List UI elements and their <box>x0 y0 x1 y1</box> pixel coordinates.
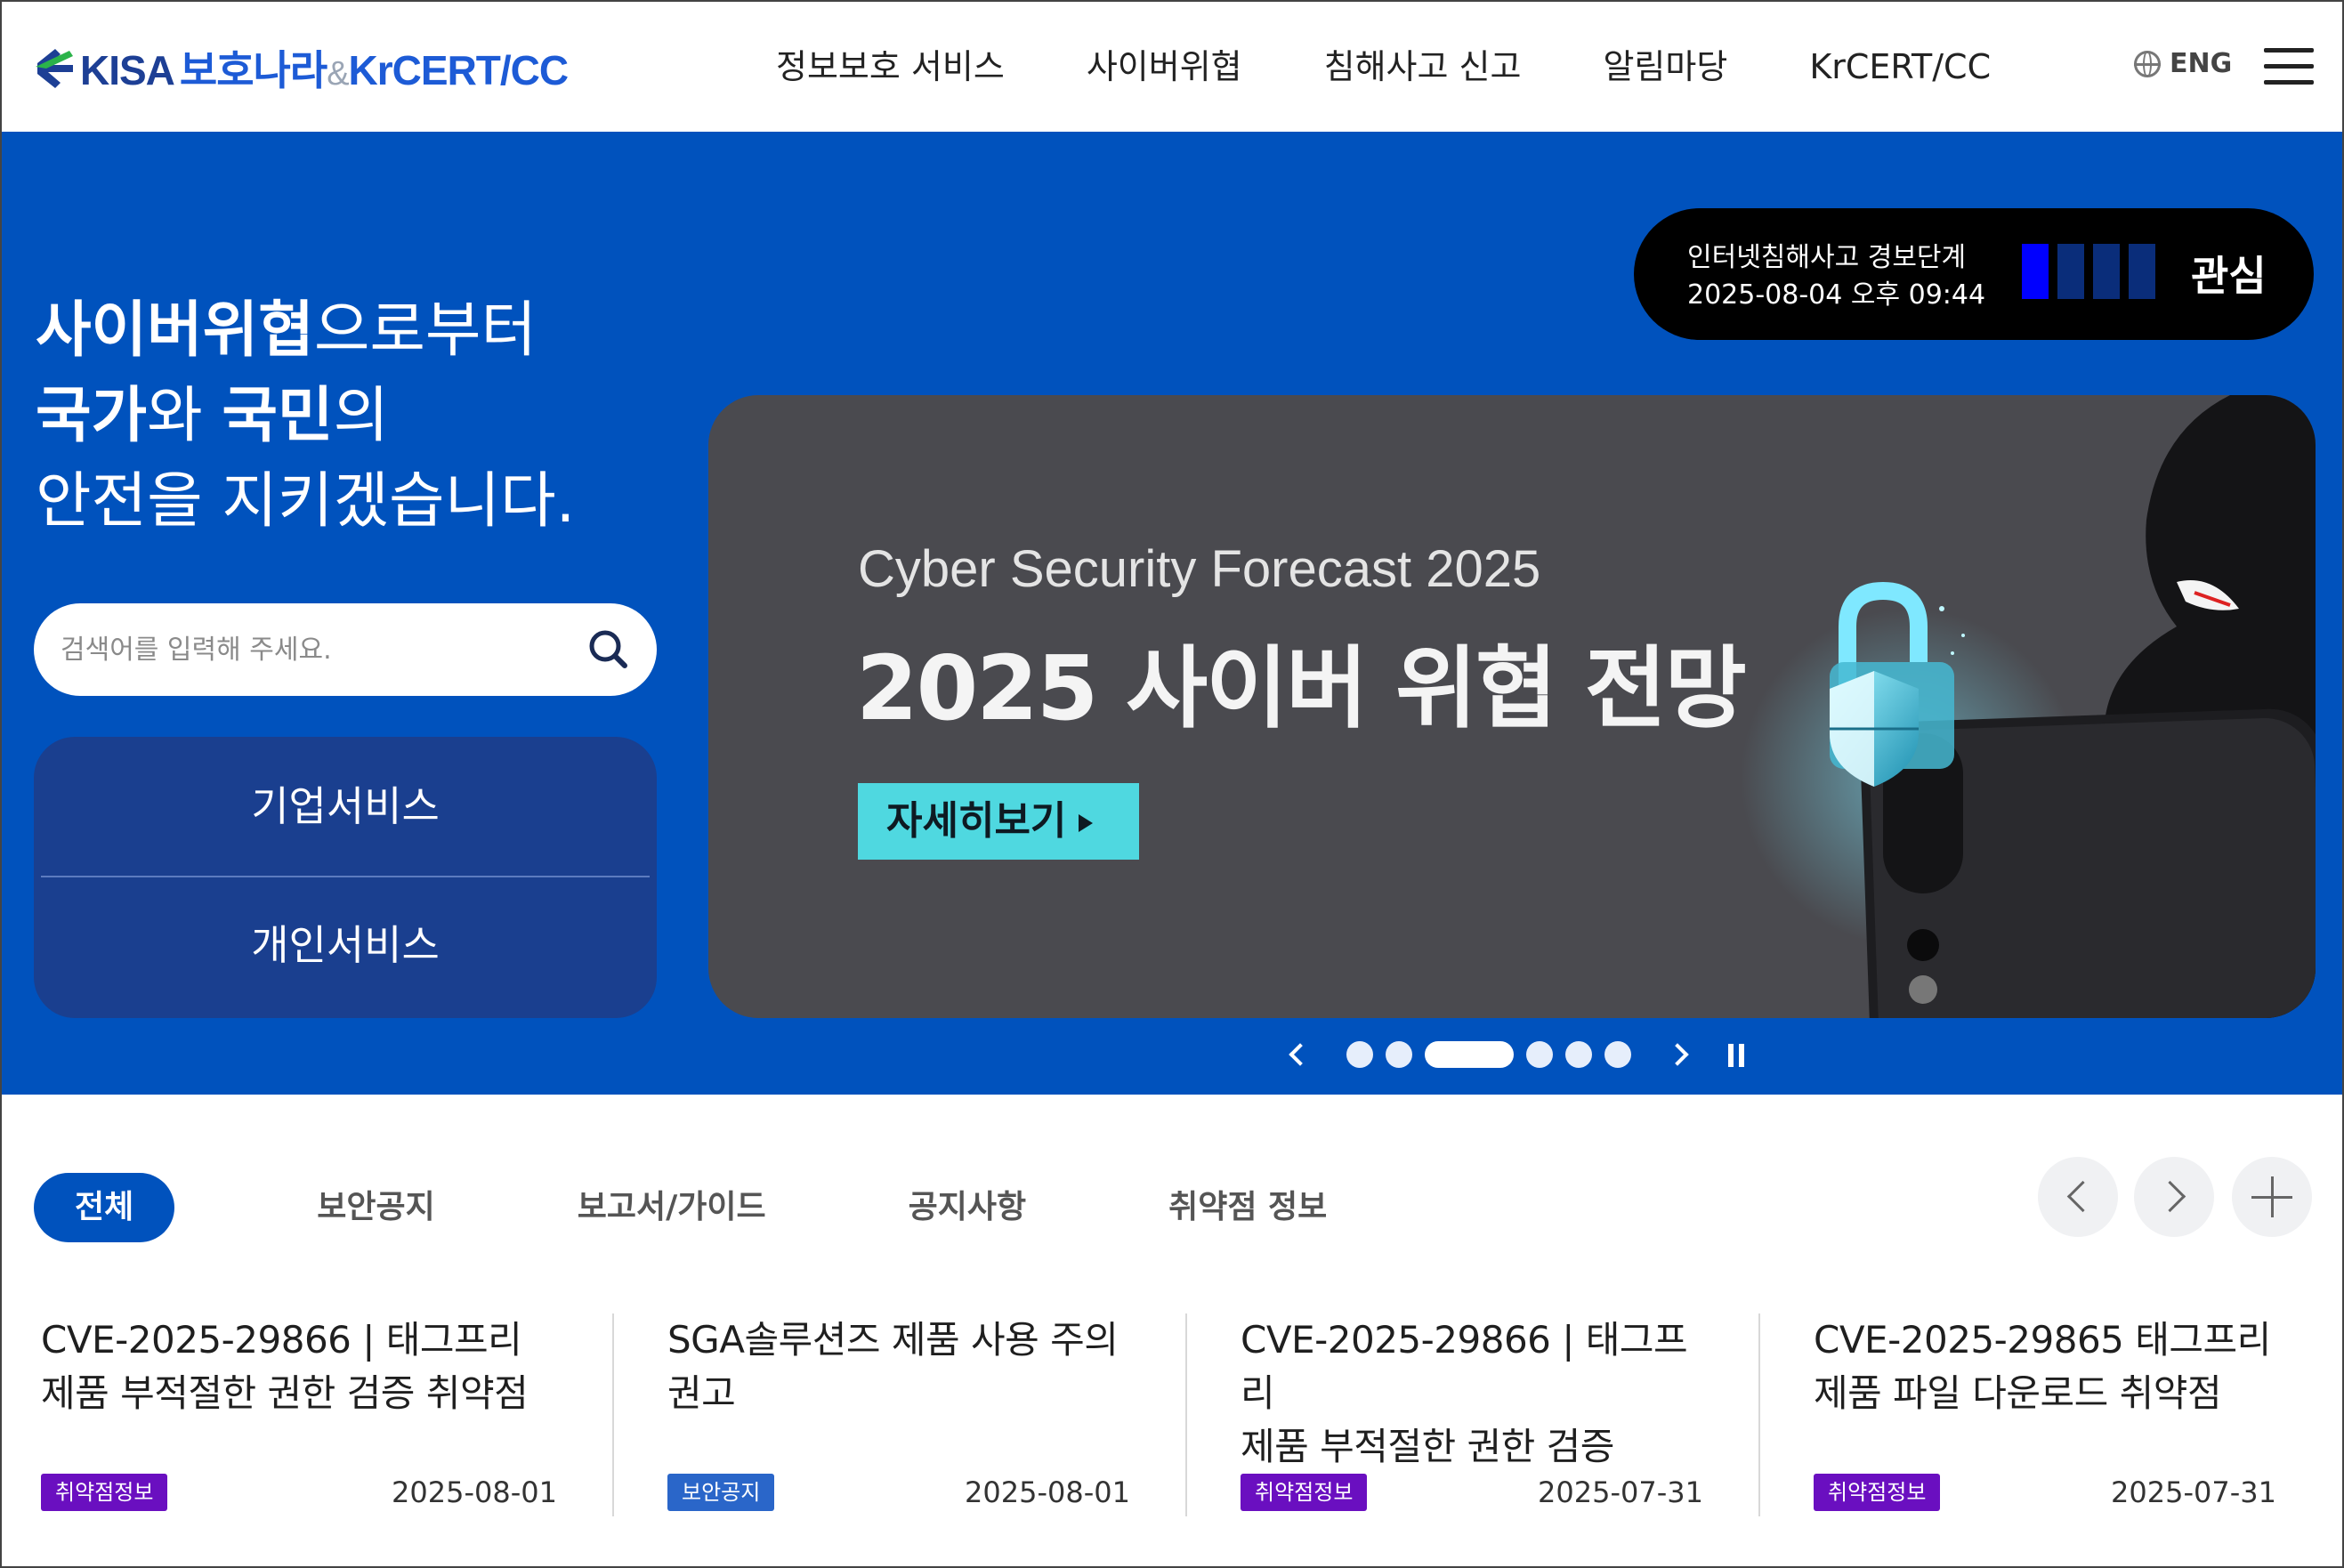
news-card-date: 2025-08-01 <box>965 1475 1130 1509</box>
alert-level-bars <box>2022 244 2164 299</box>
tab-all[interactable]: 전체 <box>34 1173 175 1242</box>
slogan-bold: 국민 <box>222 381 334 451</box>
globe-icon <box>2134 50 2161 77</box>
slide-dot[interactable] <box>1604 1041 1631 1068</box>
news-card-badge: 취약점정보 <box>41 1474 168 1511</box>
news-card-title: 제품 부적절한 권한 검증 <box>1241 1425 1614 1468</box>
language-label: ENG <box>2170 48 2233 79</box>
pause-icon[interactable] <box>1719 1037 1755 1072</box>
main-nav: 정보보호 서비스 사이버위협 침해사고 신고 알림마당 KrCERT/CC <box>776 36 2073 98</box>
nav-item-notice-board[interactable]: 알림마당 <box>1603 36 1727 98</box>
news-card-title: CVE-2025-29866 | 태그프리 <box>1241 1318 1688 1415</box>
nav-item-cyber-threat[interactable]: 사이버위협 <box>1087 36 1242 98</box>
tab-vulnerability-info[interactable]: 취약점 정보 <box>1168 1173 1327 1242</box>
chevron-right-icon[interactable] <box>1662 1037 1698 1072</box>
news-card[interactable]: CVE-2025-29866 | 태그프리제품 부적절한 권한 검증 취약점정보… <box>1241 1313 1703 1520</box>
news-section: 전체 보안공지 보고서/가이드 공지사항 취약점 정보 CVE-2025-298… <box>0 1095 2344 1568</box>
hero-slogan: 사이버위협으로부터 국가와 국민의 안전을 지키겠습니다. <box>36 288 575 545</box>
alert-level-bar <box>2093 244 2120 299</box>
nav-item-security-service[interactable]: 정보보호 서비스 <box>776 36 1005 98</box>
card-divider <box>612 1313 614 1516</box>
search-icon[interactable] <box>586 626 632 673</box>
hacker-lock-illustration-icon <box>1741 395 2316 1018</box>
news-card-badge: 보안공지 <box>667 1474 775 1511</box>
search-input[interactable] <box>61 626 577 673</box>
logo-bohonara-text: 보호나라 <box>179 47 327 93</box>
logo-amp-text: & <box>327 55 349 93</box>
slide-dot[interactable] <box>1346 1041 1373 1068</box>
tab-report-guide[interactable]: 보고서/가이드 <box>578 1173 766 1242</box>
alert-title: 인터넷침해사고 경보단계 <box>1687 242 1967 273</box>
hamburger-menu-icon[interactable] <box>2264 48 2314 87</box>
nav-item-incident-report[interactable]: 침해사고 신고 <box>1324 36 1522 98</box>
slide-dot[interactable] <box>1425 1041 1514 1068</box>
plus-icon[interactable] <box>2232 1157 2312 1237</box>
nav-item-krcert[interactable]: KrCERT/CC <box>1809 36 1991 98</box>
slogan-text: 와 <box>147 381 222 451</box>
logo-krcert-text: KrCERT/CC <box>348 47 570 93</box>
hero-banner-slide[interactable]: Cyber Security Forecast 2025 2025 사이버 위협… <box>708 395 2316 1018</box>
news-card-badge: 취약점정보 <box>1241 1474 1368 1511</box>
chevron-left-icon[interactable] <box>1280 1037 1315 1072</box>
news-card-date: 2025-07-31 <box>2111 1475 2276 1509</box>
service-divider <box>41 876 650 877</box>
card-divider <box>1758 1313 1760 1516</box>
news-card-title: SGA솔루션즈 제품 사용 주의 <box>667 1318 1119 1362</box>
corporate-service-button[interactable]: 기업서비스 <box>34 737 657 876</box>
alert-level-bar <box>2022 244 2049 299</box>
site-logo[interactable]: KISA 보호나라&KrCERT/CC <box>34 39 570 96</box>
news-card-title: 제품 파일 다운로드 취약점 <box>1814 1371 2222 1415</box>
alert-level-bar <box>2129 244 2155 299</box>
news-card-date: 2025-07-31 <box>1538 1475 1703 1509</box>
alert-level-widget[interactable]: 인터넷침해사고 경보단계 2025-08-04 오후 09:44 관심 <box>1634 208 2314 340</box>
slide-dot[interactable] <box>1386 1041 1412 1068</box>
hero-section: 사이버위협으로부터 국가와 국민의 안전을 지키겠습니다. 기업서비스 개인서비… <box>0 132 2344 1095</box>
slogan-bold: 사이버위협 <box>36 295 314 366</box>
personal-service-button[interactable]: 개인서비스 <box>34 876 657 1014</box>
news-card-list: CVE-2025-29866 | 태그프리제품 부적절한 권한 검증 취약점 취… <box>2 1313 2344 1545</box>
news-card[interactable]: CVE-2025-29865 태그프리 제품 파일 다운로드 취약점 취약점정보 … <box>1814 1313 2276 1520</box>
alert-level-bar <box>2057 244 2084 299</box>
news-tabs: 전체 보안공지 보고서/가이드 공지사항 취약점 정보 <box>34 1173 1469 1242</box>
site-header: KISA 보호나라&KrCERT/CC 정보보호 서비스 사이버위협 침해사고 신… <box>0 0 2344 132</box>
search-bar <box>34 603 657 696</box>
tab-announcement[interactable]: 공지사항 <box>909 1173 1026 1242</box>
news-card-title: CVE-2025-29866 | 태그프리 <box>41 1318 522 1362</box>
banner-detail-label: 자세히보기 <box>886 798 1067 844</box>
news-card[interactable]: SGA솔루션즈 제품 사용 주의권고 보안공지 2025-08-01 <box>667 1313 1130 1520</box>
chevron-left-icon[interactable] <box>2038 1157 2118 1237</box>
language-switch[interactable]: ENG <box>2134 48 2232 79</box>
slogan-text: 안전을 지키겠습니다. <box>36 466 576 537</box>
banner-subtitle: Cyber Security Forecast 2025 <box>858 540 1541 598</box>
tab-security-notice[interactable]: 보안공지 <box>317 1173 434 1242</box>
kisa-logo-mark-icon <box>36 49 73 88</box>
slogan-text: 으로부터 <box>313 295 538 366</box>
banner-title: 2025 사이버 위협 전망 <box>856 636 1747 740</box>
slogan-bold: 국가 <box>36 381 148 451</box>
news-card-title: 권고 <box>667 1371 736 1415</box>
logo-kisa-text: KISA <box>80 47 175 93</box>
alert-datetime: 2025-08-04 오후 09:44 <box>1687 279 1986 311</box>
news-card-badge: 취약점정보 <box>1814 1474 1941 1511</box>
slide-dots <box>1340 1041 1637 1068</box>
play-triangle-icon <box>1079 814 1094 832</box>
news-card-title: 제품 부적절한 권한 검증 취약점 <box>41 1371 529 1415</box>
slide-pager <box>1280 1032 1755 1077</box>
slogan-text: 의 <box>333 381 389 451</box>
slide-dot[interactable] <box>1526 1041 1553 1068</box>
news-card-date: 2025-08-01 <box>392 1475 557 1509</box>
slide-dot[interactable] <box>1565 1041 1592 1068</box>
news-card-title: CVE-2025-29865 태그프리 <box>1814 1318 2271 1362</box>
alert-level-label: 관심 <box>2191 252 2267 300</box>
card-divider <box>1185 1313 1187 1516</box>
banner-detail-button[interactable]: 자세히보기 <box>858 783 1139 860</box>
service-panel: 기업서비스 개인서비스 <box>34 737 657 1018</box>
chevron-right-icon[interactable] <box>2134 1157 2214 1237</box>
news-card[interactable]: CVE-2025-29866 | 태그프리제품 부적절한 권한 검증 취약점 취… <box>41 1313 557 1520</box>
